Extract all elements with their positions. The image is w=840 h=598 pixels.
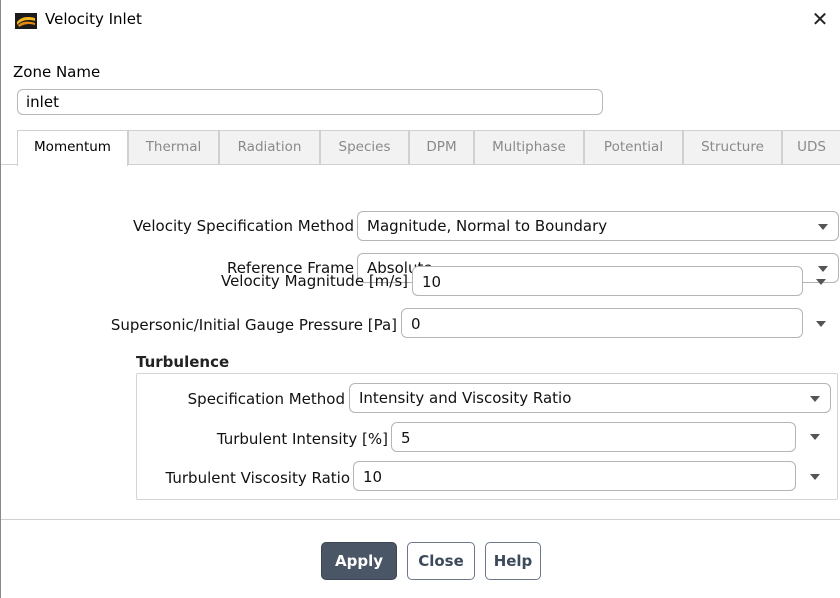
velocity-inlet-dialog: Velocity Inlet ✕ Zone Name inlet Momentu… [0,0,840,598]
gauge-pressure-label: Supersonic/Initial Gauge Pressure [Pa] [110,316,397,334]
apply-button[interactable]: Apply [321,542,397,580]
tab-radiation[interactable]: Radiation [219,130,320,164]
chevron-down-icon [810,396,820,402]
velocity-magnitude-options-icon[interactable] [816,279,826,285]
fluent-app-icon [15,13,37,29]
velocity-spec-value: Magnitude, Normal to Boundary [367,217,608,235]
turbulence-heading: Turbulence [136,353,230,371]
tab-bar: Momentum Thermal Radiation Species DPM M… [1,130,840,166]
turbulent-intensity-label: Turbulent Intensity [%] [216,430,388,448]
velocity-magnitude-label: Velocity Magnitude [m/s] [220,272,408,290]
velocity-spec-dropdown[interactable]: Magnitude, Normal to Boundary [357,211,839,241]
tab-dpm[interactable]: DPM [409,130,474,164]
chevron-down-icon [818,224,828,230]
tab-potential[interactable]: Potential [584,130,683,164]
footer-divider [1,519,840,520]
close-icon[interactable]: ✕ [807,6,833,32]
tab-momentum[interactable]: Momentum [17,130,128,166]
close-button[interactable]: Close [407,542,475,580]
tab-multiphase[interactable]: Multiphase [474,130,584,164]
window-title: Velocity Inlet [45,10,142,28]
turbulence-spec-dropdown[interactable]: Intensity and Viscosity Ratio [349,383,831,413]
chevron-down-icon [818,266,828,272]
tab-uds[interactable]: UDS [782,130,840,164]
viscosity-ratio-input[interactable]: 10 [353,461,796,491]
tab-structure[interactable]: Structure [683,130,782,164]
tab-thermal[interactable]: Thermal [128,130,219,164]
gauge-pressure-input[interactable]: 0 [401,308,803,338]
viscosity-ratio-label: Turbulent Viscosity Ratio [165,469,351,487]
tab-species[interactable]: Species [320,130,409,164]
turbulent-intensity-options-icon[interactable] [810,434,820,440]
velocity-magnitude-input[interactable]: 10 [412,266,803,296]
turbulent-intensity-input[interactable]: 5 [391,422,796,452]
gauge-pressure-options-icon[interactable] [816,321,826,327]
velocity-spec-label: Velocity Specification Method [133,217,354,235]
turbulence-spec-value: Intensity and Viscosity Ratio [359,389,572,407]
zone-name-label: Zone Name [13,63,101,81]
turbulence-spec-label: Specification Method [187,390,345,408]
viscosity-ratio-options-icon[interactable] [810,474,820,480]
title-bar: Velocity Inlet ✕ [1,0,840,42]
zone-name-field[interactable]: inlet [17,89,603,115]
help-button[interactable]: Help [485,542,541,580]
